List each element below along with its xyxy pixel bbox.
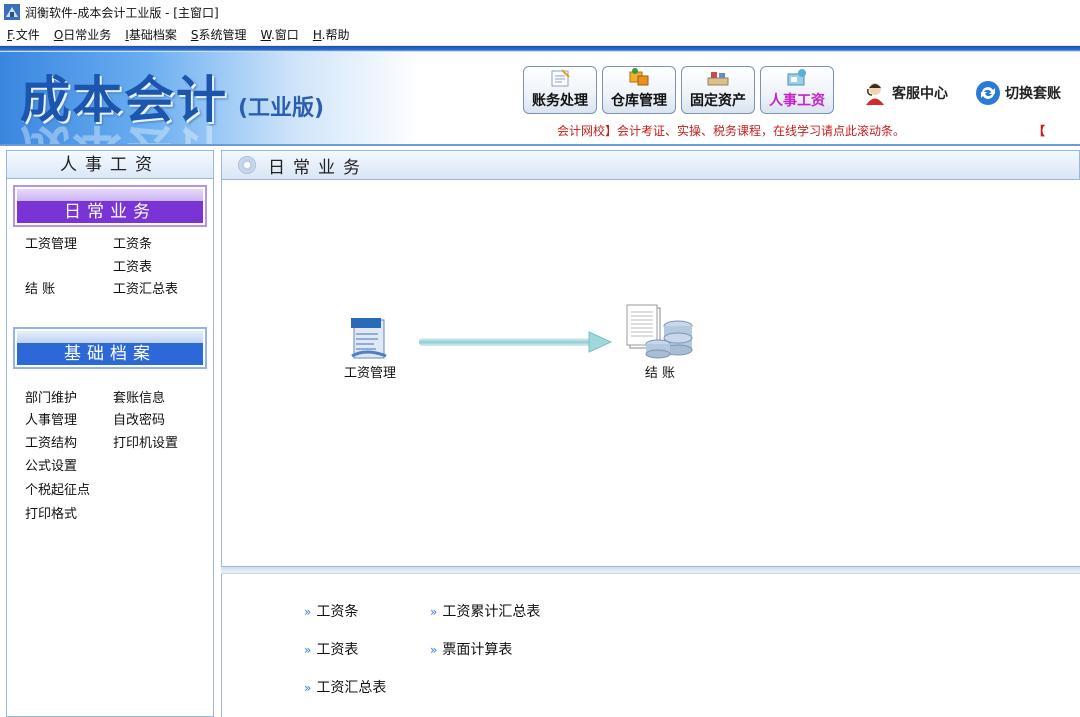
section-daily-business-header[interactable]: 日常业务 (13, 185, 207, 227)
assets-icon (707, 72, 729, 86)
header-banner: 成本会计 成本会计 (工业版) 账务处理 仓库管理 (0, 46, 1080, 146)
module-hr-payroll-button[interactable]: 人事工资 (760, 66, 834, 114)
link-tax-threshold[interactable]: 个税起征点 (25, 479, 90, 498)
main-section-title: 日常业务 (268, 157, 368, 178)
menu-window[interactable]: W.窗口 (253, 24, 305, 46)
report-link-salary-summary[interactable]: » 工资汇总表 (304, 677, 386, 697)
menu-daily[interactable]: O日常业务 (47, 24, 118, 46)
link-department-maintenance[interactable]: 部门维护 (25, 387, 77, 406)
link-personnel-management[interactable]: 人事管理 (25, 409, 77, 428)
flow-arrow-icon (419, 331, 612, 353)
menu-system[interactable]: S系统管理 (184, 24, 254, 46)
menu-file[interactable]: F.文件 (0, 24, 47, 46)
chevron-right-icon: » (430, 605, 438, 619)
flow-label-closing: 结 账 (644, 366, 676, 381)
panel-title: 人事工资 (7, 151, 213, 179)
left-navigation-panel: 人事工资 日常业务 工资管理 工资条 工资表 结 账 工资汇总表 基础档案 部门… (6, 150, 214, 717)
link-formula-settings[interactable]: 公式设置 (25, 455, 77, 474)
warehouse-icon (629, 68, 649, 86)
report-link-cumulative-summary[interactable]: » 工资累计汇总表 (430, 601, 540, 621)
link-print-format[interactable]: 打印格式 (25, 503, 77, 522)
hr-icon (787, 69, 806, 86)
ticker-bracket: 【 (1033, 124, 1046, 138)
salary-document-icon (351, 318, 387, 359)
link-salary-structure[interactable]: 工资结构 (25, 432, 77, 451)
window-title: 润衡软件-成本会计工业版 - [主窗口] (25, 5, 219, 20)
module-warehouse-button[interactable]: 仓库管理 (602, 66, 676, 114)
section-bullet-icon (238, 156, 256, 174)
title-bar: 润衡软件-成本会计工业版 - [主窗口] (0, 0, 1080, 24)
link-salary-management[interactable]: 工资管理 (25, 233, 77, 252)
flow-node-salary-management[interactable]: 工资管理 (344, 316, 396, 381)
menu-bar: F.文件 O日常业务 I基础档案 S系统管理 W.窗口 H.帮助 (0, 24, 1080, 46)
ledger-icon (551, 69, 570, 87)
link-payslip[interactable]: 工资条 (113, 233, 152, 252)
workflow-canvas: 工资管理 结 账 (221, 180, 1080, 566)
chevron-right-icon: » (304, 643, 312, 657)
link-closing[interactable]: 结 账 (25, 278, 55, 297)
customer-service-icon (866, 83, 884, 105)
basic-records-links: 部门维护 套账信息 人事管理 自改密码 工资结构 打印机设置 公式设置 个税起征… (7, 369, 213, 522)
section-basic-records-header[interactable]: 基础档案 (13, 327, 207, 369)
edition-label: (工业版) (238, 96, 325, 121)
switch-icon (976, 81, 1000, 105)
brand-reflection: 成本会计 (20, 116, 228, 144)
report-link-salary-table[interactable]: » 工资表 (304, 639, 358, 659)
app-icon (4, 4, 20, 20)
chevron-right-icon: » (304, 605, 312, 619)
flow-node-closing[interactable]: 结 账 (624, 304, 696, 381)
flow-label-salary-management: 工资管理 (344, 366, 397, 381)
link-salary-table[interactable]: 工资表 (113, 256, 152, 275)
menu-basic[interactable]: I基础档案 (118, 24, 184, 46)
module-assets-button[interactable]: 固定资产 (681, 66, 755, 114)
news-ticker[interactable]: 会计网校】会计考证、实操、税务课程，在线学习请点此滚动条。 (557, 122, 905, 139)
main-section-header: 日常业务 (221, 150, 1080, 180)
module-buttons: 账务处理 仓库管理 固定资产 人事工资 (523, 66, 834, 114)
report-links-area: » 工资条 » 工资累计汇总表 » 工资表 » 票面计算表 » 工资汇总表 (221, 574, 1080, 717)
switch-account-set-link[interactable]: 切换套账 (975, 80, 1061, 106)
module-accounting-button[interactable]: 账务处理 (523, 66, 597, 114)
menu-help[interactable]: H.帮助 (306, 24, 357, 46)
link-printer-settings[interactable]: 打印机设置 (113, 432, 178, 451)
service-center-link[interactable]: 客服中心 (862, 80, 948, 106)
chevron-right-icon: » (430, 643, 438, 657)
chevron-right-icon: » (304, 681, 312, 695)
report-link-payslip[interactable]: » 工资条 (304, 601, 358, 621)
panel-divider (221, 566, 1080, 574)
link-account-set-info[interactable]: 套账信息 (113, 387, 165, 406)
daily-business-links: 工资管理 工资条 工资表 结 账 工资汇总表 (7, 227, 213, 321)
link-salary-summary[interactable]: 工资汇总表 (113, 278, 178, 297)
link-change-password[interactable]: 自改密码 (113, 409, 165, 428)
report-link-denomination-calc[interactable]: » 票面计算表 (430, 639, 512, 659)
closing-ledger-icon (626, 304, 693, 359)
